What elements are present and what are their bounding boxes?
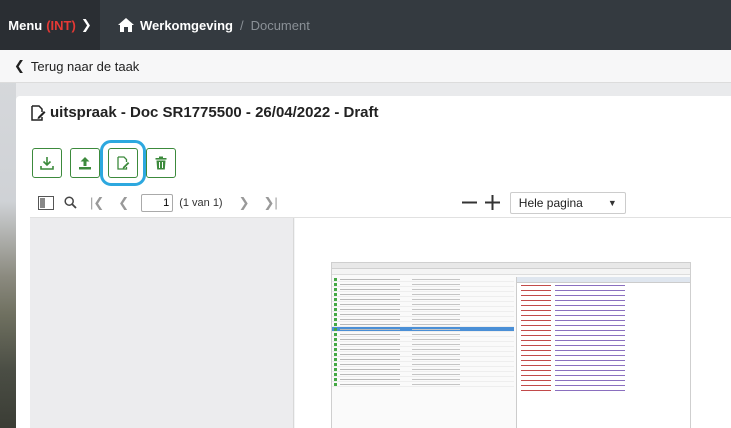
first-page-button[interactable]: |❮	[90, 195, 104, 211]
top-navigation-bar: Menu (INT) ❯ Werkomgeving / Document	[0, 0, 731, 50]
caret-down-icon: ▼	[607, 197, 617, 208]
page-number-input[interactable]	[141, 193, 174, 212]
zoom-select[interactable]: Hele pagina ▼	[509, 191, 626, 214]
download-button[interactable]	[32, 148, 62, 178]
zoom-in-button[interactable]	[484, 195, 500, 210]
document-viewer: |❮ ❮ (1 van 1) ❯ ❯| Hele pagina ▼	[30, 188, 731, 428]
document-card: uitspraak - Doc SR1775500 - 26/04/2022 -…	[16, 96, 731, 428]
breadcrumb-home[interactable]: Werkomgeving	[140, 18, 233, 33]
embedded-request-list	[332, 277, 514, 428]
upload-icon	[79, 157, 91, 170]
zoom-value: Hele pagina	[518, 195, 583, 210]
next-page-button[interactable]: ❯	[239, 195, 250, 211]
chevron-left-icon: ❮	[14, 58, 25, 73]
search-button[interactable]	[64, 196, 77, 209]
chevron-left-icon: ❮	[118, 194, 130, 210]
sidebar-toggle-button[interactable]	[38, 195, 54, 210]
page-count: (1 van 1)	[179, 196, 223, 209]
chevron-right-icon: ❯	[238, 194, 250, 210]
background-decoration	[0, 50, 16, 428]
last-page-icon: ❯|	[263, 194, 278, 210]
last-page-button[interactable]: ❯|	[264, 195, 278, 211]
download-icon	[40, 157, 54, 170]
back-label: Terug naar de taak	[30, 58, 140, 74]
viewer-toolbar: |❮ ❮ (1 van 1) ❯ ❯| Hele pagina ▼	[30, 188, 731, 218]
previous-page-button[interactable]: ❮	[118, 195, 129, 211]
environment-badge: (INT)	[46, 17, 76, 33]
breadcrumb: Werkomgeving / Document	[118, 18, 310, 33]
document-title: uitspraak - Doc SR1775500 - 26/04/2022 -…	[50, 104, 379, 121]
viewer-sidebar	[30, 218, 294, 428]
edit-document-button[interactable]	[100, 140, 146, 186]
page-title: uitspraak - Doc SR1775500 - 26/04/2022 -…	[30, 104, 379, 121]
edit-document-icon	[31, 104, 46, 121]
plus-icon	[484, 195, 500, 210]
trash-icon	[155, 156, 167, 170]
embedded-request-details	[516, 277, 690, 428]
home-icon	[118, 18, 134, 32]
menu-button[interactable]: Menu (INT) ❯	[0, 0, 100, 50]
upload-button[interactable]	[70, 148, 100, 178]
breadcrumb-separator: /	[239, 17, 244, 33]
sidebar-toggle-icon	[38, 195, 54, 210]
edit-document-icon	[117, 156, 130, 170]
document-page[interactable]	[295, 218, 731, 428]
search-icon	[64, 196, 77, 209]
embedded-screenshot	[331, 262, 691, 428]
first-page-icon: |❮	[90, 194, 105, 210]
delete-button[interactable]	[146, 148, 176, 178]
back-to-task-link[interactable]: ❮ Terug naar de taak	[0, 50, 731, 83]
chevron-right-icon: ❯	[80, 17, 92, 32]
document-toolbar	[32, 140, 176, 186]
breadcrumb-current: Document	[250, 17, 310, 33]
menu-label: Menu	[8, 17, 43, 33]
zoom-out-button[interactable]	[461, 195, 477, 210]
minus-icon	[461, 201, 477, 204]
